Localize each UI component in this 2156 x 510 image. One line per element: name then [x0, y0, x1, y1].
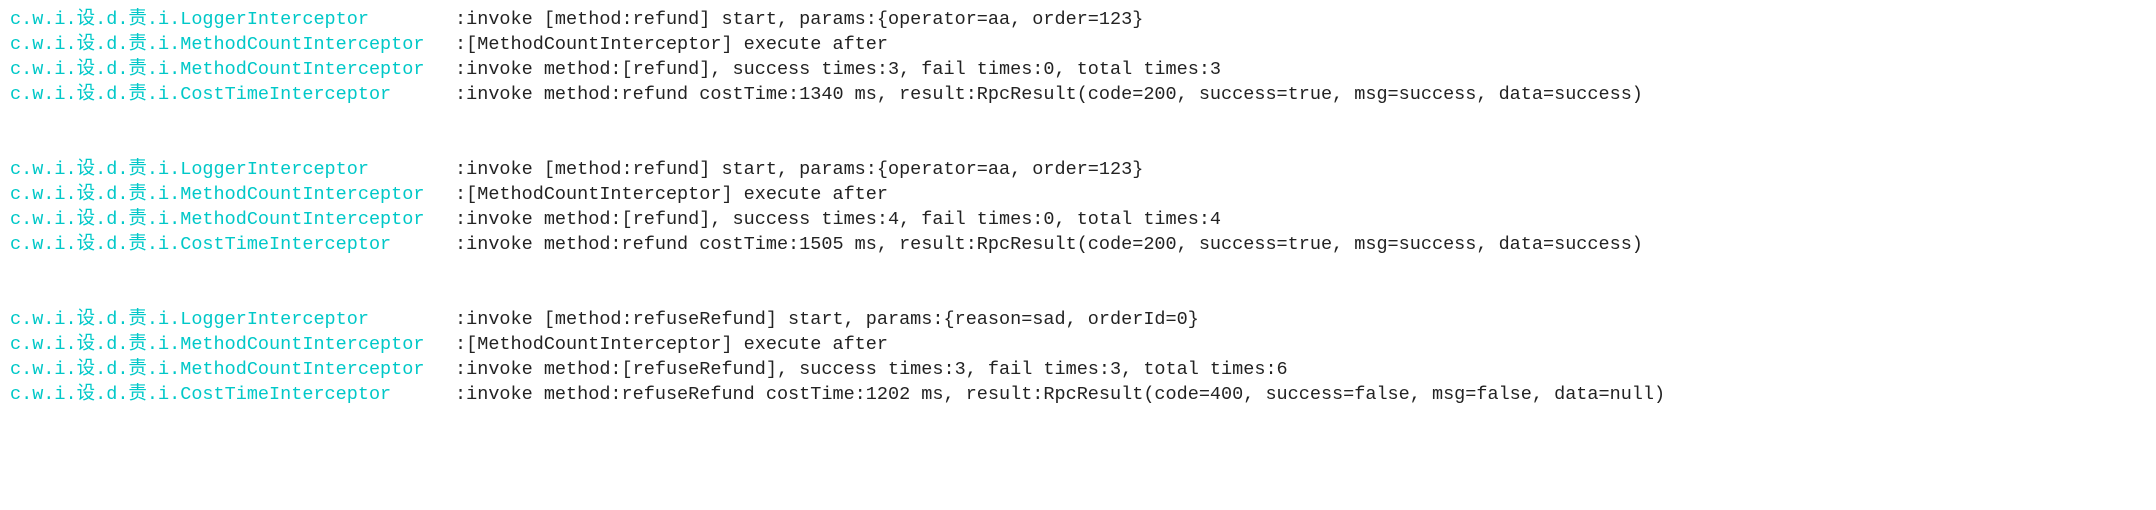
separator: :	[455, 183, 466, 208]
log-output: c.w.i.设.d.责.i.LoggerInterceptor: invoke …	[10, 8, 2146, 408]
log-message: invoke method:refuseRefund costTime:1202…	[466, 383, 1665, 408]
separator: :	[455, 333, 466, 358]
blank-line	[10, 258, 2146, 283]
log-message: invoke method:refund costTime:1340 ms, r…	[466, 83, 1643, 108]
blank-line	[10, 133, 2146, 158]
logger-name: c.w.i.设.d.责.i.MethodCountInterceptor	[10, 333, 455, 358]
log-message: invoke method:[refund], success times:4,…	[466, 208, 1221, 233]
log-message: invoke [method:refuseRefund] start, para…	[466, 308, 1199, 333]
log-message: invoke method:refund costTime:1505 ms, r…	[466, 233, 1643, 258]
log-line: c.w.i.设.d.责.i.MethodCountInterceptor: [M…	[10, 183, 2146, 208]
separator: :	[455, 83, 466, 108]
log-message: invoke [method:refund] start, params:{op…	[466, 158, 1143, 183]
separator: :	[455, 358, 466, 383]
separator: :	[455, 158, 466, 183]
logger-name: c.w.i.设.d.责.i.MethodCountInterceptor	[10, 183, 455, 208]
logger-name: c.w.i.设.d.责.i.CostTimeInterceptor	[10, 233, 455, 258]
log-line: c.w.i.设.d.责.i.CostTimeInterceptor: invok…	[10, 83, 2146, 108]
log-line: c.w.i.设.d.责.i.LoggerInterceptor: invoke …	[10, 8, 2146, 33]
logger-name: c.w.i.设.d.责.i.LoggerInterceptor	[10, 8, 455, 33]
log-message: invoke method:[refuseRefund], success ti…	[466, 358, 1288, 383]
logger-name: c.w.i.设.d.责.i.MethodCountInterceptor	[10, 33, 455, 58]
separator: :	[455, 383, 466, 408]
log-line: c.w.i.设.d.责.i.MethodCountInterceptor: in…	[10, 58, 2146, 83]
separator: :	[455, 8, 466, 33]
log-message: invoke [method:refund] start, params:{op…	[466, 8, 1143, 33]
log-line: c.w.i.设.d.责.i.CostTimeInterceptor: invok…	[10, 383, 2146, 408]
logger-name: c.w.i.设.d.责.i.LoggerInterceptor	[10, 308, 455, 333]
blank-line	[10, 108, 2146, 133]
separator: :	[455, 58, 466, 83]
log-line: c.w.i.设.d.责.i.MethodCountInterceptor: in…	[10, 358, 2146, 383]
log-line: c.w.i.设.d.责.i.CostTimeInterceptor: invok…	[10, 233, 2146, 258]
separator: :	[455, 33, 466, 58]
log-line: c.w.i.设.d.责.i.LoggerInterceptor: invoke …	[10, 158, 2146, 183]
logger-name: c.w.i.设.d.责.i.MethodCountInterceptor	[10, 208, 455, 233]
logger-name: c.w.i.设.d.责.i.CostTimeInterceptor	[10, 83, 455, 108]
log-line: c.w.i.设.d.责.i.MethodCountInterceptor: [M…	[10, 33, 2146, 58]
log-line: c.w.i.设.d.责.i.MethodCountInterceptor: in…	[10, 208, 2146, 233]
logger-name: c.w.i.设.d.责.i.MethodCountInterceptor	[10, 358, 455, 383]
log-message: [MethodCountInterceptor] execute after	[466, 33, 888, 58]
logger-name: c.w.i.设.d.责.i.CostTimeInterceptor	[10, 383, 455, 408]
logger-name: c.w.i.设.d.责.i.MethodCountInterceptor	[10, 58, 455, 83]
log-line: c.w.i.设.d.责.i.MethodCountInterceptor: [M…	[10, 333, 2146, 358]
blank-line	[10, 283, 2146, 308]
separator: :	[455, 208, 466, 233]
logger-name: c.w.i.设.d.责.i.LoggerInterceptor	[10, 158, 455, 183]
log-line: c.w.i.设.d.责.i.LoggerInterceptor: invoke …	[10, 308, 2146, 333]
log-message: [MethodCountInterceptor] execute after	[466, 333, 888, 358]
log-message: invoke method:[refund], success times:3,…	[466, 58, 1221, 83]
separator: :	[455, 233, 466, 258]
separator: :	[455, 308, 466, 333]
log-message: [MethodCountInterceptor] execute after	[466, 183, 888, 208]
